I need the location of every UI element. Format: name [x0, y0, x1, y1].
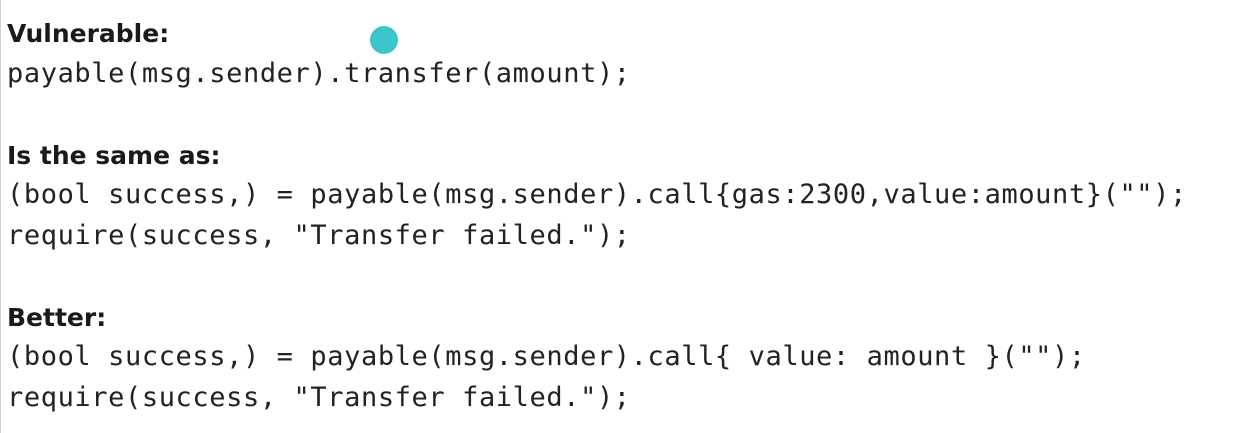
slide: Vulnerable: payable(msg.sender).transfer…	[0, 0, 1235, 433]
vulnerable-heading: Vulnerable:	[7, 19, 170, 48]
better-heading: Better:	[7, 303, 107, 332]
same-as-code-line-2: require(success, "Transfer failed.");	[7, 220, 631, 251]
better-code-line-2: require(success, "Transfer failed.");	[7, 382, 631, 413]
better-code-line-1: (bool success,) = payable(msg.sender).ca…	[7, 341, 1086, 372]
pointer-dot-icon	[370, 26, 398, 54]
vulnerable-code-line: payable(msg.sender).transfer(amount);	[7, 58, 631, 89]
same-as-heading: Is the same as:	[7, 141, 221, 170]
same-as-code-line-1: (bool success,) = payable(msg.sender).ca…	[7, 179, 1187, 210]
